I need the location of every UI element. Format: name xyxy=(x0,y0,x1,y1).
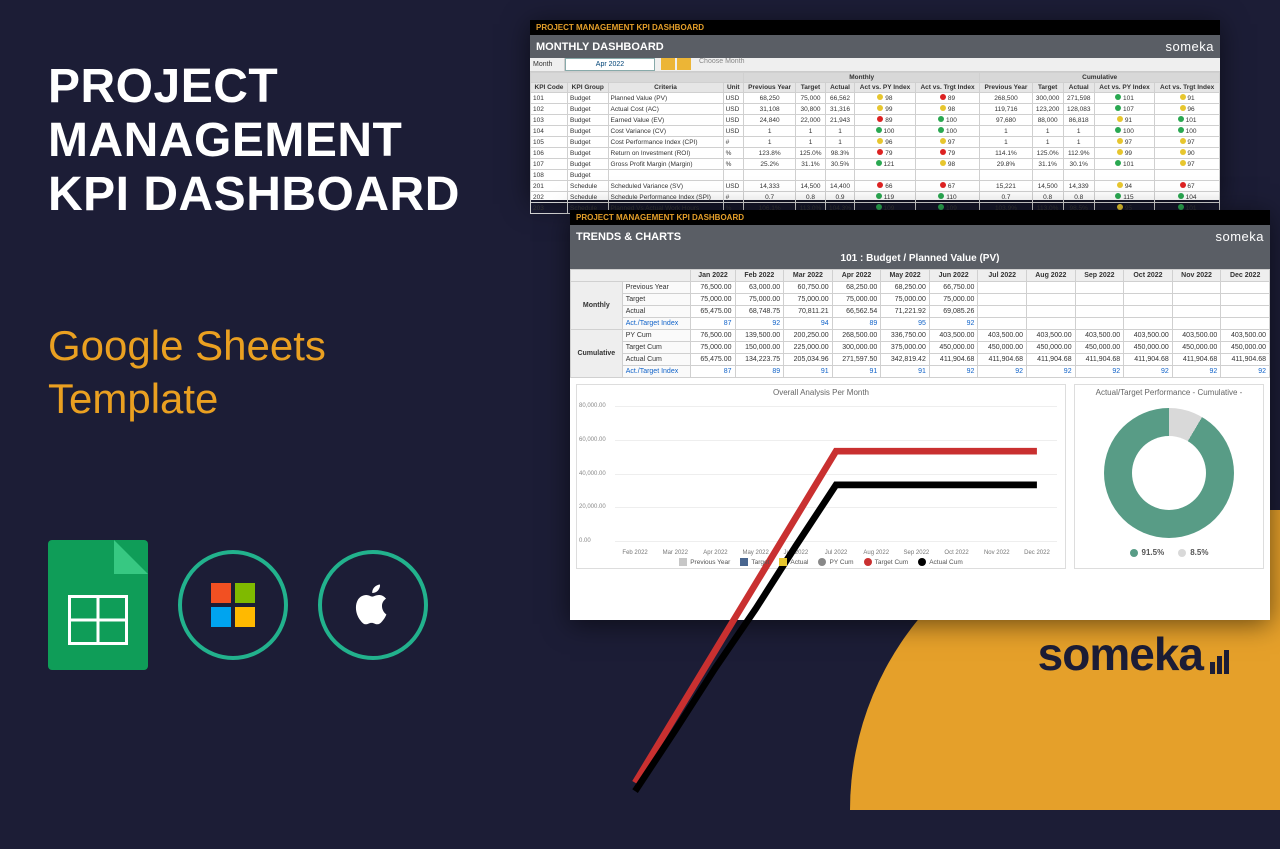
month-selector[interactable]: Apr 2022 xyxy=(565,58,655,71)
trends-table: Jan 2022Feb 2022Mar 2022Apr 2022May 2022… xyxy=(570,269,1270,378)
apple-icon xyxy=(318,550,428,660)
kpi-header: 101 : Budget / Planned Value (PV) xyxy=(570,248,1270,269)
overall-analysis-chart: Overall Analysis Per Month 0.0020,000.00… xyxy=(576,384,1066,569)
windows-icon xyxy=(178,550,288,660)
subtitle: Google SheetsTemplate xyxy=(48,320,326,425)
main-title: PROJECTMANAGEMENTKPI DASHBOARD xyxy=(48,60,460,221)
month-next-button[interactable] xyxy=(677,58,691,70)
trends-charts-screenshot: PROJECT MANAGEMENT KPI DASHBOARD TRENDS … xyxy=(570,210,1270,620)
brand-logo: someka xyxy=(1038,627,1230,685)
monthly-dashboard-screenshot: PROJECT MANAGEMENT KPI DASHBOARD MONTHLY… xyxy=(530,20,1220,200)
google-sheets-icon xyxy=(48,540,148,670)
donut-chart: Actual/Target Performance - Cumulative -… xyxy=(1074,384,1264,569)
kpi-table: MonthlyCumulativeKPI CodeKPI GroupCriter… xyxy=(530,72,1220,214)
month-prev-button[interactable] xyxy=(661,58,675,70)
